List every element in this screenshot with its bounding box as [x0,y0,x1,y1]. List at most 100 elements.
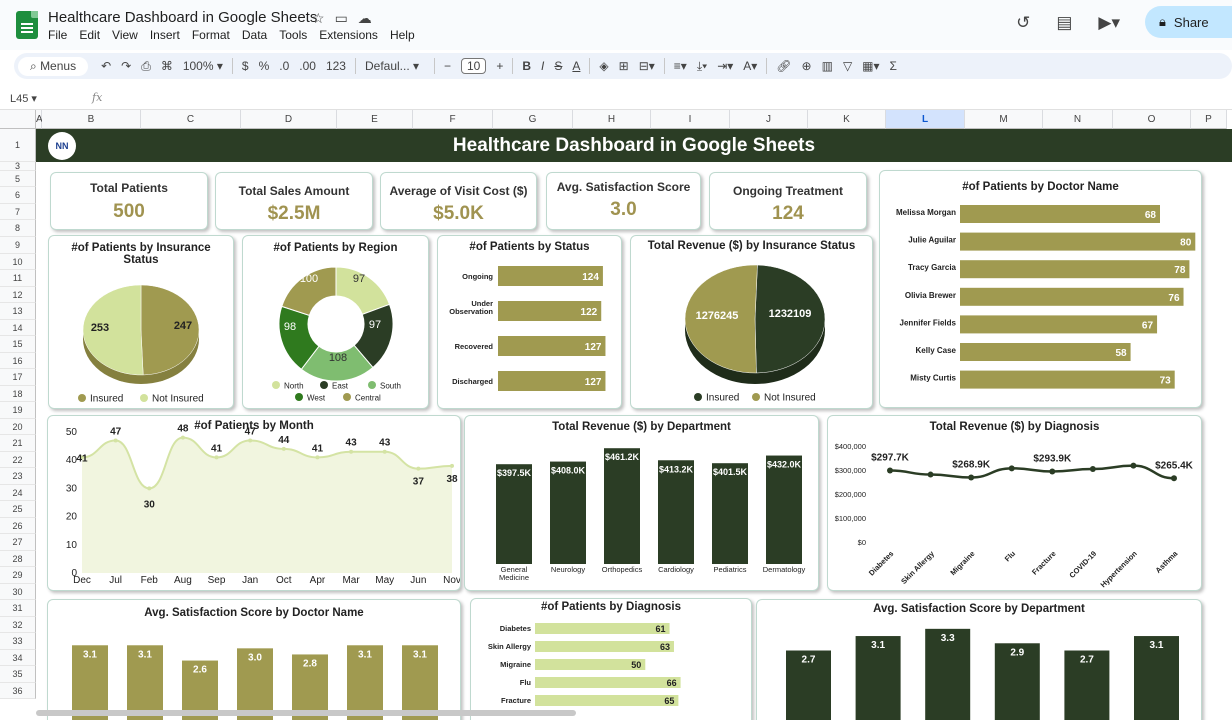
comments-icon[interactable]: ▤ [1056,13,1072,33]
menu-item[interactable]: Edit [79,28,100,42]
font-size-increase[interactable]: + [496,59,503,73]
merge-cells-icon[interactable]: ⊟▾ [639,59,655,73]
row-header[interactable]: 7 [0,204,36,220]
menu-item[interactable]: View [112,28,138,42]
row-header[interactable]: 1 [0,129,36,162]
meet-icon[interactable]: ▶▾ [1098,13,1120,33]
text-color-icon[interactable]: A [572,59,580,73]
align-icon[interactable]: ≡▾ [674,59,687,73]
text-rotation-icon[interactable]: A▾ [743,59,757,73]
paint-format-icon[interactable]: ⌘ [161,59,173,73]
row-header[interactable]: 29 [0,567,36,584]
decrease-decimal-button[interactable]: .0 [279,59,289,73]
link-icon[interactable]: 🔗︎ [776,59,791,73]
column-header[interactable]: F [413,110,493,129]
row-header[interactable]: 24 [0,485,36,501]
font-size-decrease[interactable]: − [444,59,451,73]
row-header[interactable]: 6 [0,187,36,204]
chart-icon[interactable]: ▥ [822,59,833,73]
row-header[interactable]: 31 [0,600,36,617]
increase-decimal-button[interactable]: .00 [299,59,316,73]
row-header[interactable]: 13 [0,303,36,320]
row-header[interactable]: 30 [0,584,36,600]
borders-icon[interactable]: ⊞ [619,59,629,73]
row-header[interactable]: 19 [0,402,36,419]
percent-button[interactable]: % [259,59,270,73]
name-box[interactable]: L45 ▾ [10,92,37,105]
comment-icon[interactable]: ⊕ [802,59,812,73]
menu-item[interactable]: File [48,28,67,42]
sheets-logo-icon[interactable] [16,11,38,39]
menu-item[interactable]: Data [242,28,267,42]
row-header[interactable]: 23 [0,468,36,485]
row-header[interactable]: 25 [0,501,36,518]
column-header[interactable]: H [573,110,651,129]
row-header[interactable]: 18 [0,386,36,402]
column-header[interactable]: K [808,110,886,129]
menu-item[interactable]: Format [192,28,230,42]
redo-icon[interactable]: ↷ [121,59,131,73]
italic-icon[interactable]: I [541,59,544,73]
more-formats-button[interactable]: 123 [326,59,346,73]
row-header[interactable]: 22 [0,452,36,468]
row-header[interactable]: 3 [0,162,36,171]
column-header[interactable]: J [730,110,808,129]
menu-item[interactable]: Help [390,28,415,42]
menus-search[interactable]: ⌕ Menus [18,56,89,76]
share-button[interactable]: 🔒︎ Share [1145,6,1232,38]
column-header[interactable]: B [42,110,141,129]
history-icon[interactable]: ↺ [1016,13,1030,33]
row-header[interactable]: 9 [0,237,36,254]
row-header[interactable]: 14 [0,320,36,336]
menu-item[interactable]: Insert [150,28,180,42]
row-header[interactable]: 36 [0,683,36,699]
column-header[interactable]: I [651,110,730,129]
font-size-input[interactable]: 10 [461,58,487,74]
zoom-select[interactable]: 100% ▾ [183,59,223,73]
row-header[interactable]: 15 [0,336,36,353]
column-header[interactable]: D [241,110,337,129]
column-header[interactable]: P [1191,110,1227,129]
row-header[interactable]: 27 [0,534,36,551]
bold-icon[interactable]: B [522,59,531,73]
column-header[interactable]: G [493,110,573,129]
row-header[interactable]: 12 [0,287,36,303]
star-icon[interactable]: ☆ [312,10,325,27]
menu-item[interactable]: Extensions [319,28,378,42]
row-header[interactable]: 11 [0,270,36,287]
undo-icon[interactable]: ↶ [101,59,111,73]
filter-icon[interactable]: ▽ [843,59,852,73]
row-header[interactable]: 21 [0,435,36,452]
row-header[interactable]: 10 [0,254,36,270]
row-header[interactable]: 34 [0,650,36,666]
row-header[interactable]: 16 [0,353,36,369]
row-header[interactable]: 32 [0,617,36,633]
row-header[interactable]: 33 [0,633,36,650]
column-header[interactable]: O [1113,110,1191,129]
filter-views-icon[interactable]: ▦▾ [862,59,879,73]
row-header[interactable]: 17 [0,369,36,386]
horizontal-scrollbar[interactable] [36,710,576,716]
column-header[interactable]: N [1043,110,1113,129]
row-header[interactable]: 20 [0,419,36,435]
column-header[interactable]: C [141,110,241,129]
document-title[interactable]: Healthcare Dashboard in Google Sheets [48,9,317,26]
column-header[interactable]: L [886,110,965,129]
print-icon[interactable]: ⎙ [141,59,151,74]
column-header[interactable]: M [965,110,1043,129]
functions-icon[interactable]: Σ [890,59,897,73]
vertical-align-icon[interactable]: ⤓▾ [697,59,707,74]
column-header[interactable]: E [337,110,413,129]
font-select[interactable]: Defaul... ▾ [365,59,425,73]
row-header[interactable]: 8 [0,220,36,237]
row-header[interactable]: 28 [0,551,36,567]
text-wrap-icon[interactable]: ⇥▾ [717,59,733,73]
fill-color-icon[interactable]: ◈ [599,59,608,73]
move-folder-icon[interactable]: ▭ [335,10,348,27]
strikethrough-icon[interactable]: S [554,59,562,73]
cloud-status-icon[interactable]: ☁ [358,10,372,27]
row-header[interactable]: 35 [0,666,36,683]
menu-item[interactable]: Tools [279,28,307,42]
row-header[interactable]: 26 [0,518,36,534]
currency-button[interactable]: $ [242,59,249,73]
